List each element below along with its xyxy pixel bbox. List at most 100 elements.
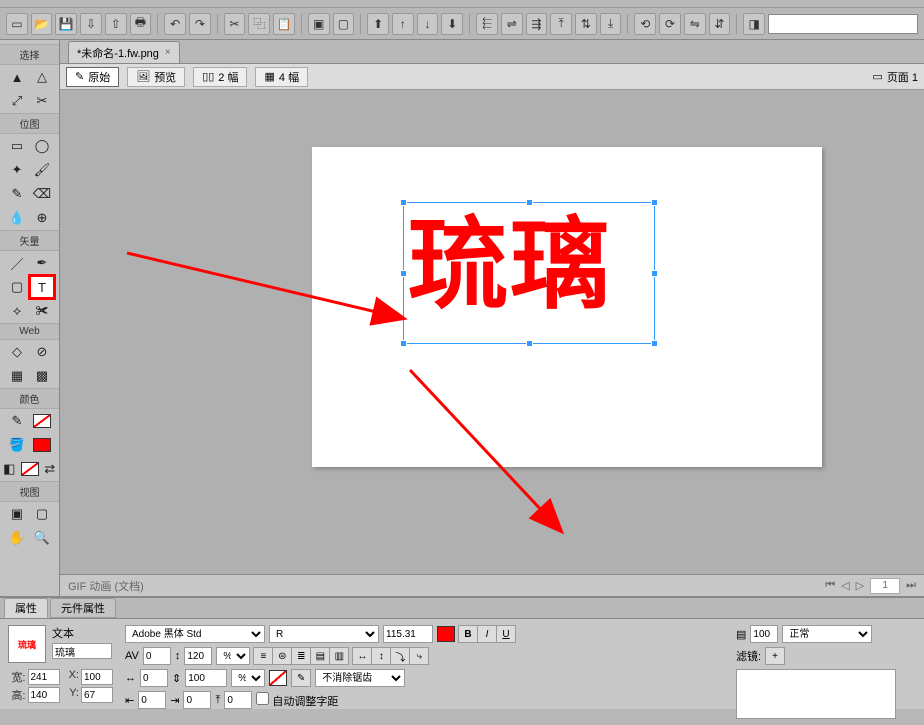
zoom-tool[interactable]: 🔍 (30, 527, 54, 549)
x-input[interactable] (81, 669, 113, 685)
stroke-color-swatch[interactable] (269, 670, 287, 686)
nav-next-icon[interactable]: ▷ (856, 579, 864, 592)
opacity-unit[interactable]: % (231, 669, 265, 687)
import-button[interactable]: ⇩ (80, 13, 102, 35)
hand-tool[interactable]: ✋ (5, 527, 29, 549)
view-original-button[interactable]: ✎ 原始 (66, 67, 119, 87)
blur-tool[interactable]: 💧 (5, 207, 29, 229)
object-name-input[interactable] (52, 643, 112, 659)
baseline-input[interactable] (224, 691, 252, 709)
swap-colors[interactable]: ⇄ (41, 458, 60, 480)
stroke-swatch[interactable] (30, 410, 54, 432)
page-number-field[interactable]: 1 (870, 578, 900, 594)
flip-h-button[interactable]: ⇋ (684, 13, 706, 35)
align-center-button[interactable]: ⇌ (501, 13, 523, 35)
align-stretch-text[interactable]: ▥ (329, 647, 349, 665)
para-trail-input[interactable] (183, 691, 211, 709)
resize-handle-tl[interactable] (400, 199, 407, 206)
magic-wand-tool[interactable]: ✦ (5, 159, 29, 181)
resize-handle-mr[interactable] (651, 270, 658, 277)
text-vertical[interactable]: ↕ (371, 647, 391, 665)
freeform-tool[interactable]: ⟡ (5, 300, 29, 322)
text-color-swatch[interactable] (437, 626, 455, 642)
pointer-tool[interactable]: ▲ (5, 66, 29, 88)
bring-front-button[interactable]: ⬆ (367, 13, 389, 35)
send-back-button[interactable]: ⬇ (441, 13, 463, 35)
fill-color[interactable]: 🪣 (5, 434, 29, 456)
default-colors[interactable]: ◧ (0, 458, 19, 480)
text-horizontal[interactable]: ↔ (352, 647, 372, 665)
bring-forward-button[interactable]: ↑ (392, 13, 414, 35)
font-style-select[interactable]: R (269, 625, 379, 643)
leading-input[interactable] (184, 647, 212, 665)
resize-handle-bl[interactable] (400, 340, 407, 347)
leading-unit-select[interactable]: % (216, 647, 250, 665)
search-input[interactable] (768, 14, 918, 34)
crop-tool[interactable]: ✂ (30, 90, 54, 112)
hide-slice-tool[interactable]: ▦ (5, 365, 29, 387)
align-center-text[interactable]: ⊜ (272, 647, 292, 665)
print-button[interactable]: 🖶 (130, 13, 152, 35)
y-input[interactable] (81, 687, 113, 703)
page-indicator[interactable]: ▭ 页面 1 (872, 69, 918, 85)
mode-button[interactable]: ◨ (743, 13, 765, 35)
kerning-input[interactable] (143, 647, 171, 665)
nav-last-icon[interactable]: ⏭ (906, 579, 916, 592)
blend-mode-select[interactable]: 正常 (782, 625, 872, 643)
stroke-style-button[interactable]: ✎ (291, 669, 311, 687)
view-2up-button[interactable]: ▯▯ 2 幅 (193, 67, 247, 87)
line-tool[interactable]: ／ (5, 252, 29, 274)
full-screen[interactable]: ▢ (30, 503, 54, 525)
nav-prev-icon[interactable]: ◁ (841, 579, 849, 592)
group-button[interactable]: ▣ (308, 13, 330, 35)
tab-close-icon[interactable]: × (165, 47, 171, 58)
align-middle-button[interactable]: ⇅ (575, 13, 597, 35)
underline-button[interactable]: U (496, 625, 516, 643)
canvas-text[interactable]: 琉璃 (404, 203, 654, 327)
align-right-button[interactable]: ⇶ (526, 13, 548, 35)
view-4up-button[interactable]: ▦ 4 幅 (255, 67, 308, 87)
resize-handle-br[interactable] (651, 340, 658, 347)
stroke-color[interactable]: ✎ (5, 410, 29, 432)
pen-tool[interactable]: ✒ (30, 252, 54, 274)
open-button[interactable]: 📂 (31, 13, 53, 35)
text-flow-1[interactable]: ⤵ (390, 647, 410, 665)
align-justify-text[interactable]: ▤ (310, 647, 330, 665)
canvas-viewport[interactable]: 琉璃 (60, 90, 924, 596)
height-input[interactable] (28, 687, 60, 703)
rotate-ccw-button[interactable]: ⟲ (634, 13, 656, 35)
filter-list[interactable] (736, 669, 896, 719)
hotspot-tool[interactable]: ◇ (5, 341, 29, 363)
marquee-tool[interactable]: ▭ (5, 135, 29, 157)
text-tool[interactable]: T (30, 276, 54, 298)
resize-handle-tm[interactable] (526, 199, 533, 206)
tab-properties[interactable]: 属性 (4, 598, 48, 618)
alpha-input[interactable] (750, 625, 778, 643)
cut-button[interactable]: ✂ (224, 13, 246, 35)
knife-tool[interactable]: ✀ (30, 300, 54, 322)
horiz-scale-input[interactable] (140, 669, 168, 687)
align-right-text[interactable]: ≣ (291, 647, 311, 665)
copy-button[interactable]: ⿻ (248, 13, 270, 35)
autokern-checkbox[interactable]: 自动调整字距 (256, 692, 338, 709)
add-filter-button[interactable]: + (765, 647, 785, 665)
subselect-tool[interactable]: △ (30, 66, 54, 88)
no-color[interactable] (20, 458, 40, 480)
show-slice-tool[interactable]: ▩ (30, 365, 54, 387)
flip-v-button[interactable]: ⇵ (709, 13, 731, 35)
stamp-tool[interactable]: ⊕ (30, 207, 54, 229)
ungroup-button[interactable]: ▢ (333, 13, 355, 35)
anti-alias-select[interactable]: 不消除锯齿 (315, 669, 405, 687)
resize-handle-tr[interactable] (651, 199, 658, 206)
align-bottom-button[interactable]: ⤓ (600, 13, 622, 35)
width-input[interactable] (28, 669, 60, 685)
view-preview-button[interactable]: 🖼 预览 (127, 67, 185, 87)
bold-button[interactable]: B (458, 625, 478, 643)
font-size-input[interactable] (383, 625, 433, 643)
new-doc-button[interactable]: ▭ (6, 13, 28, 35)
fill-swatch[interactable] (30, 434, 54, 456)
align-top-button[interactable]: ⤒ (550, 13, 572, 35)
eraser-tool[interactable]: ⌫ (30, 183, 54, 205)
slice-tool[interactable]: ⊘ (30, 341, 54, 363)
resize-handle-ml[interactable] (400, 270, 407, 277)
